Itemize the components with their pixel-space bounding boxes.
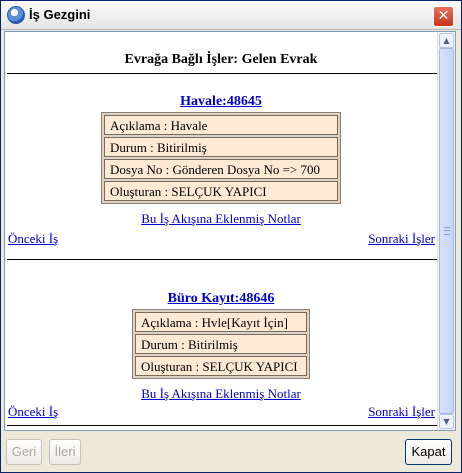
item-field: Durum : Bitirilmiş bbox=[104, 137, 338, 157]
next-jobs-link[interactable]: Sonraki İşler bbox=[368, 404, 435, 420]
page-title: Evrağa Bağlı İşler: Gelen Evrak bbox=[124, 52, 318, 67]
forward-button[interactable]: İleri bbox=[49, 439, 81, 465]
scrollbar-thumb[interactable] bbox=[439, 48, 454, 414]
item-field: Durum : Bitirilmiş bbox=[135, 334, 307, 354]
vertical-scrollbar[interactable]: ▲ ▼ bbox=[437, 32, 455, 430]
notes-link[interactable]: Bu İş Akışına Eklenmiş Notlar bbox=[5, 386, 437, 402]
back-button[interactable]: Geri bbox=[6, 439, 42, 465]
scroll-down-icon[interactable]: ▼ bbox=[439, 414, 454, 429]
divider bbox=[7, 73, 437, 74]
item-field: Açıklama : Hvle[Kayıt İçin] bbox=[135, 312, 307, 332]
app-icon bbox=[7, 6, 25, 24]
item-field: Açıklama : Havale bbox=[104, 115, 338, 135]
item-info-table: Açıklama : Havale Durum : Bitirilmiş Dos… bbox=[101, 112, 341, 204]
item-title-link[interactable]: Büro Kayıt:48646 bbox=[5, 291, 437, 307]
close-icon[interactable]: ✕ bbox=[433, 6, 454, 27]
notes-link[interactable]: Bu İş Akışına Eklenmiş Notlar bbox=[5, 211, 437, 227]
previous-job-link[interactable]: Önceki İş bbox=[8, 404, 58, 420]
divider bbox=[7, 259, 437, 260]
item-field: Dosya No : Gönderen Dosya No => 700 bbox=[104, 159, 338, 179]
next-jobs-link[interactable]: Sonraki İşler bbox=[368, 231, 435, 247]
grip-icon bbox=[444, 227, 450, 235]
button-bar: Geri İleri Kapat bbox=[1, 433, 461, 472]
item-field: Oluşturan : SELÇUK YAPICI bbox=[104, 181, 338, 201]
dialog-window: İş Gezgini ✕ Evrağa Bağlı İşler: Gelen E… bbox=[0, 0, 462, 473]
content-panel: Evrağa Bağlı İşler: Gelen Evrak Havale:4… bbox=[4, 31, 456, 431]
item-title-link[interactable]: Havale:48645 bbox=[5, 94, 437, 110]
scroll-up-icon[interactable]: ▲ bbox=[439, 33, 454, 48]
previous-job-link[interactable]: Önceki İş bbox=[8, 231, 58, 247]
window-title: İş Gezgini bbox=[29, 7, 91, 22]
item-field: Oluşturan : SELÇUK YAPICI bbox=[135, 356, 307, 376]
divider bbox=[7, 425, 437, 426]
close-button[interactable]: Kapat bbox=[405, 439, 452, 465]
item-info-table: Açıklama : Hvle[Kayıt İçin] Durum : Biti… bbox=[132, 309, 310, 379]
title-bar[interactable]: İş Gezgini ✕ bbox=[1, 1, 461, 30]
